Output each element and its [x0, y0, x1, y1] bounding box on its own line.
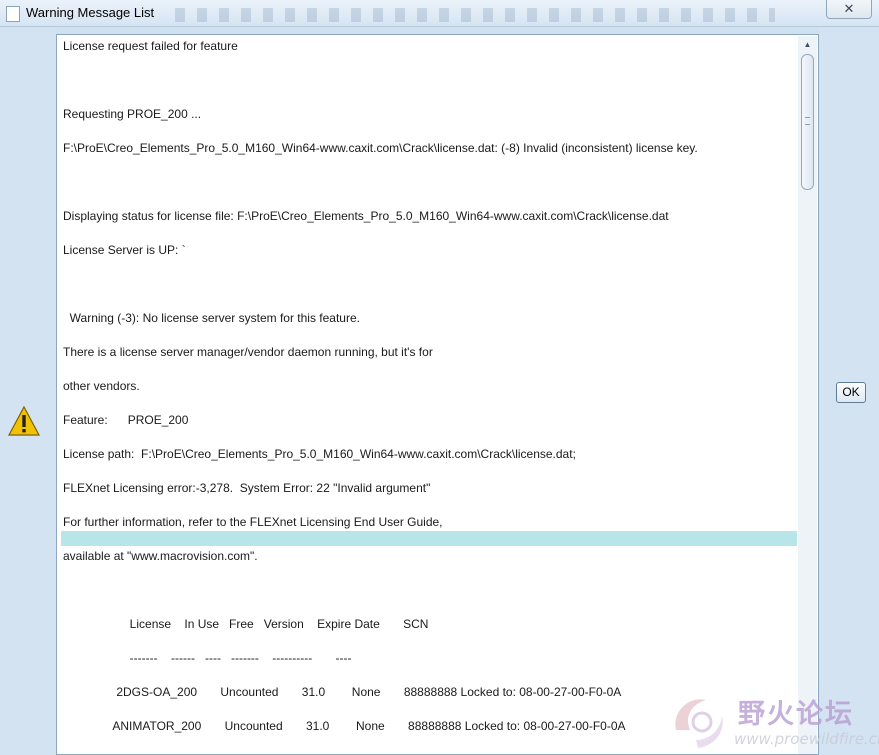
message-line	[63, 175, 797, 189]
message-line: For further information, refer to the FL…	[63, 515, 443, 529]
message-line: available at "www.macrovision.com".	[63, 549, 258, 563]
message-line: ------- ------ ---- ------- ---------- -…	[63, 651, 352, 665]
title-bar[interactable]: Warning Message List ✕	[0, 0, 879, 27]
watermark: 野火论坛 www.proewildfire.cn	[668, 690, 879, 752]
background-toolbar	[175, 8, 775, 22]
scroll-thumb[interactable]	[801, 54, 814, 190]
message-line: FLEXnet Licensing error:-3,278. System E…	[63, 481, 431, 495]
message-line: F:\ProE\Creo_Elements_Pro_5.0_M160_Win64…	[63, 141, 698, 155]
message-line: Requesting PROE_200 ...	[63, 107, 202, 121]
vertical-scrollbar[interactable]: ▲	[798, 36, 817, 754]
message-list[interactable]: License request failed for feature Reques…	[56, 34, 819, 755]
ok-button[interactable]: OK	[836, 382, 866, 403]
message-line: other vendors.	[63, 379, 140, 393]
message-line: Warning (-3): No license server system f…	[63, 311, 360, 325]
message-line: There is a license server manager/vendor…	[63, 345, 433, 359]
message-line	[63, 583, 797, 597]
left-pane	[0, 28, 56, 755]
message-line: License path: F:\ProE\Creo_Elements_Pro_…	[63, 447, 576, 461]
message-line	[63, 277, 797, 291]
watermark-url: www.proewildfire.cn	[734, 730, 879, 748]
watermark-logo-icon	[675, 699, 723, 748]
scroll-up-arrow-icon[interactable]: ▲	[800, 38, 815, 51]
message-list-content: License request failed for feature Reques…	[61, 35, 797, 755]
message-line	[63, 73, 797, 87]
window-title: Warning Message List	[26, 5, 155, 20]
message-line: License request failed for feature	[63, 39, 238, 53]
watermark-text: 野火论坛	[738, 699, 854, 730]
message-line: Feature: PROE_200	[63, 413, 189, 427]
message-line: Displaying status for license file: F:\P…	[63, 209, 669, 223]
selected-row-highlight	[61, 531, 797, 546]
warning-icon	[8, 406, 40, 436]
thumb-grip-icon	[805, 117, 810, 125]
close-button[interactable]: ✕	[826, 0, 872, 19]
window-icon	[6, 6, 20, 22]
right-pane: OK	[819, 28, 879, 755]
message-line: License Server is UP: `	[63, 243, 186, 257]
message-line: License In Use Free Version Expire Date …	[63, 617, 429, 631]
